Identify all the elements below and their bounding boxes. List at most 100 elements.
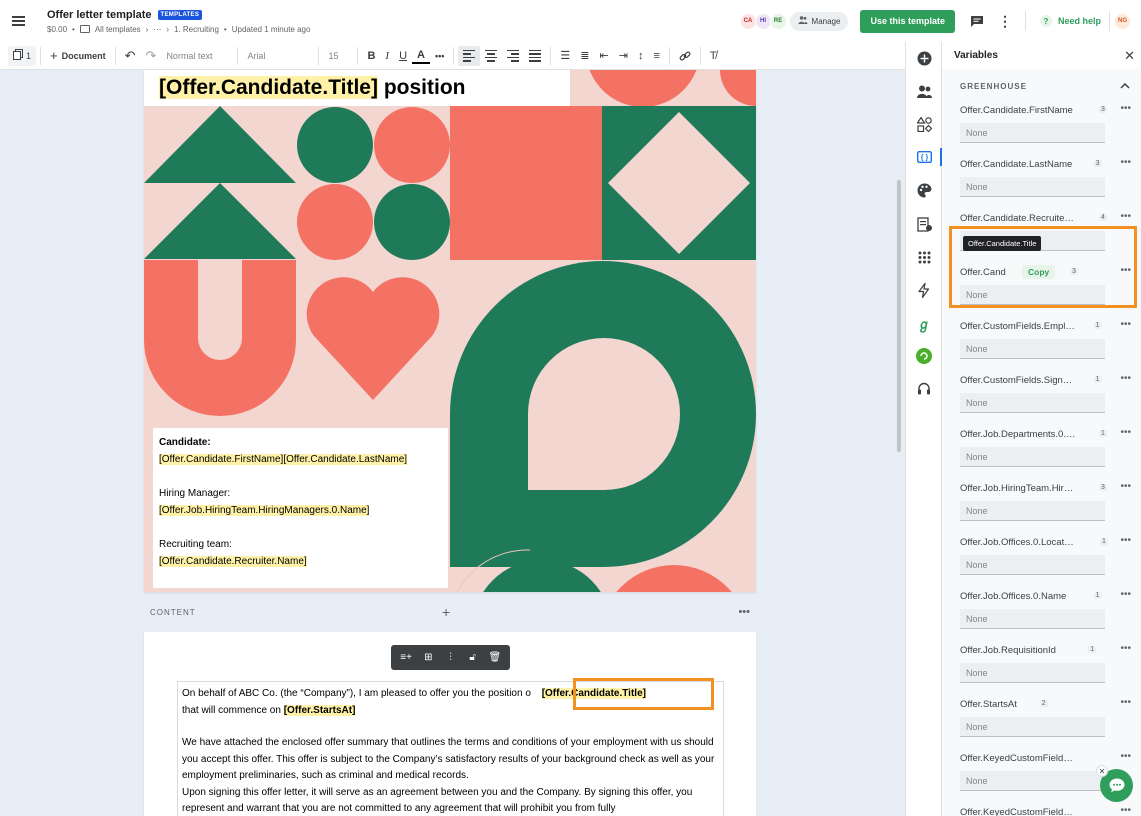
variable-item[interactable]: Offer.Job.RequisitionId 1 ••• None (942, 637, 1141, 691)
variable-value-field[interactable]: None (960, 447, 1105, 467)
people-icon[interactable] (916, 83, 932, 99)
variable-item[interactable]: Offer.CustomFields.Sign… 1 ••• None (942, 367, 1141, 421)
add-block-icon[interactable]: ≡+ (397, 652, 415, 663)
text-color-icon[interactable]: A (412, 48, 430, 64)
more-horizontal-icon[interactable]: ••• (1120, 697, 1131, 708)
variable-value-field[interactable]: None (960, 339, 1105, 359)
more-vertical-icon[interactable]: ⋮ (991, 7, 1019, 35)
need-help-button[interactable]: ? Need help (1039, 15, 1101, 27)
variable-value-field[interactable]: None (960, 177, 1105, 197)
font-family-select[interactable]: Arial (242, 46, 314, 66)
variable-value-field[interactable]: None (960, 717, 1105, 737)
variable-item[interactable]: Offer.Job.HiringTeam.Hir… 3 ••• None (942, 475, 1141, 529)
more-horizontal-icon[interactable]: ••• (1120, 103, 1131, 114)
font-size-select[interactable]: 15 (323, 46, 353, 66)
variable-item[interactable]: Offer.Job.Offices.0.Locat… 1 ••• None (942, 529, 1141, 583)
bold-icon[interactable]: B (362, 46, 380, 66)
insert-icon[interactable]: ⊞ (419, 652, 437, 663)
variable-item[interactable]: Offer.Job.Offices.0.Name 1 ••• None (942, 583, 1141, 637)
variable-value-field[interactable]: None (960, 609, 1105, 629)
paragraph-spacing-icon[interactable]: ≡ (648, 46, 664, 66)
pricing-table-icon[interactable] (916, 216, 932, 232)
greenhouse-icon[interactable]: ℊ (916, 315, 932, 332)
link-icon[interactable] (674, 46, 696, 66)
add-document-button[interactable]: + Document (45, 46, 111, 66)
lock-icon[interactable]: 🔓︎ (464, 652, 482, 663)
more-horizontal-icon[interactable]: ••• (1120, 157, 1131, 168)
variable-value-field[interactable]: None (960, 501, 1105, 521)
apps-grid-icon[interactable] (916, 249, 932, 265)
numbered-list-icon[interactable]: ≣ (575, 46, 594, 66)
variable-chip[interactable]: [Offer.Job.HiringTeam.HiringManagers.0.N… (159, 505, 370, 516)
align-right-icon[interactable] (502, 46, 524, 66)
lightning-icon[interactable] (916, 282, 932, 298)
align-left-icon[interactable] (458, 45, 481, 66)
headset-icon[interactable] (916, 381, 932, 397)
redo-icon[interactable]: ↷ (141, 46, 162, 66)
document-canvas[interactable]: [Offer.Candidate.Title] position Candida… (0, 70, 905, 816)
decrease-indent-icon[interactable]: ⇤ (595, 46, 614, 66)
more-horizontal-icon[interactable]: ••• (1120, 643, 1131, 654)
more-horizontal-icon[interactable]: ••• (1120, 589, 1131, 600)
content-page[interactable]: ≡+ ⊞ ⫶ 🔓︎ 🗑︎ On behalf of ABC Co. (the “… (144, 632, 756, 816)
avatar[interactable]: RE (769, 12, 787, 30)
candidate-info-box[interactable]: Candidate: [Offer.Candidate.FirstName][O… (153, 428, 448, 588)
more-horizontal-icon[interactable]: ••• (1120, 427, 1131, 438)
trash-icon[interactable]: 🗑︎ (486, 652, 504, 663)
more-horizontal-icon[interactable]: ••• (1120, 319, 1131, 330)
chevron-up-icon[interactable] (1120, 81, 1130, 92)
more-horizontal-icon[interactable]: ••• (430, 46, 449, 66)
pages-button[interactable]: 1 (8, 45, 37, 66)
more-horizontal-icon[interactable]: ••• (738, 606, 750, 618)
avatar[interactable]: HI (754, 12, 772, 30)
scrollbar[interactable] (897, 180, 901, 452)
variable-item[interactable]: Offer.StartsAt 2 ••• None (942, 691, 1141, 745)
more-horizontal-icon[interactable]: ••• (1120, 805, 1131, 816)
variable-value-field[interactable]: None (960, 771, 1105, 791)
more-horizontal-icon[interactable]: ••• (1120, 373, 1131, 384)
breadcrumb-more[interactable]: ⋯ (153, 25, 161, 34)
more-horizontal-icon[interactable]: ••• (1120, 535, 1131, 546)
more-horizontal-icon[interactable]: ••• (1120, 211, 1131, 222)
menu-icon[interactable] (0, 3, 36, 39)
underline-icon[interactable]: U (394, 46, 412, 66)
page-heading[interactable]: [Offer.Candidate.Title] position (144, 70, 570, 106)
cover-page[interactable]: [Offer.Candidate.Title] position Candida… (144, 70, 756, 592)
variable-value-field[interactable]: None (960, 393, 1105, 413)
increase-indent-icon[interactable]: ⇥ (614, 46, 633, 66)
manage-button[interactable]: Manage (789, 11, 849, 31)
variable-chip[interactable]: [Offer.Candidate.Recruiter.Name] (159, 556, 307, 567)
variable-item[interactable]: Offer.KeyedCustomField… ••• (942, 799, 1141, 816)
close-icon[interactable]: ✕ (1124, 48, 1135, 64)
align-justify-icon[interactable] (524, 46, 546, 66)
variable-item[interactable]: Offer.Candidate.FirstName 3 ••• None (942, 97, 1141, 151)
bulleted-list-icon[interactable]: ☰ (555, 46, 575, 66)
use-template-button[interactable]: Use this template (860, 9, 955, 33)
greenhouse-section-header[interactable]: GREENHOUSE (942, 75, 1141, 97)
undo-icon[interactable]: ↶ (120, 46, 141, 66)
palette-icon[interactable] (916, 182, 932, 198)
variable-value-field[interactable]: None (960, 555, 1105, 575)
clear-formatting-icon[interactable]: T̸ (705, 46, 722, 66)
more-horizontal-icon[interactable]: ••• (1120, 481, 1131, 492)
variable-chip[interactable]: [Offer.StartsAt] (283, 704, 356, 716)
variable-chip[interactable]: [Offer.Candidate.LastName] (283, 454, 408, 465)
settings-sliders-icon[interactable]: ⫶ (441, 652, 459, 663)
text-style-select[interactable]: Normal text (161, 46, 233, 66)
breadcrumb-all-templates[interactable]: All templates (95, 25, 141, 34)
line-spacing-icon[interactable]: ↕ (633, 46, 649, 66)
add-circle-icon[interactable] (916, 50, 932, 66)
variable-value-field[interactable]: None (960, 123, 1105, 143)
comments-icon[interactable] (963, 7, 991, 35)
variables-icon[interactable]: { } (916, 149, 932, 165)
close-chat-icon[interactable]: ✕ (1096, 765, 1108, 777)
variable-value-field[interactable]: None (960, 663, 1105, 683)
user-avatar[interactable]: NG (1114, 12, 1131, 30)
align-center-icon[interactable] (480, 46, 502, 66)
breadcrumb-current[interactable]: 1. Recruiting (174, 25, 219, 34)
variable-item[interactable]: Offer.Job.Departments.0.… 1 ••• None (942, 421, 1141, 475)
shapes-icon[interactable] (916, 116, 932, 132)
variable-chip[interactable]: [Offer.Candidate.FirstName] (159, 454, 284, 465)
integration-icon[interactable] (916, 348, 932, 364)
variable-item[interactable]: Offer.Candidate.LastName 3 ••• None (942, 151, 1141, 205)
